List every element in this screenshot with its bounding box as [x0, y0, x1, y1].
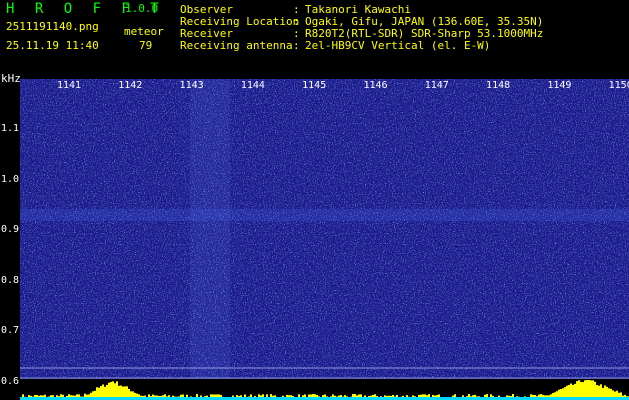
frequency-tick-label: 1149	[547, 80, 572, 91]
frequency-tick-label: 1147	[424, 80, 449, 91]
capture-datetime: 25.11.19 11:40	[6, 39, 99, 52]
frequency-tick-label: 1142	[118, 80, 143, 91]
waterfall-noise	[20, 79, 629, 379]
frequency-tick-label: 1141	[56, 80, 82, 91]
hroffft-window: H R O F F T 1.0.0 2511191140.png meteor …	[0, 0, 629, 400]
meteor-label: meteor	[124, 25, 164, 38]
info-value: 2el-HB9CV Vertical (el. E-W)	[305, 39, 491, 52]
frequency-tick-label: 1145	[302, 80, 327, 91]
frequency-tick-label: 1146	[363, 80, 388, 91]
time-tick-label: 0.9	[1, 224, 20, 235]
axis-unit-label: kHz	[1, 72, 21, 85]
app-version: 1.0.0	[125, 2, 159, 15]
spectrogram-plot	[20, 79, 629, 400]
time-tick-label: 0.6	[1, 375, 20, 387]
info-label: Receiving antenna	[180, 39, 293, 52]
info-antenna: Receiving antenna: 2el-HB9CV Vertical (el…	[180, 39, 491, 52]
meteor-count: 79	[139, 39, 153, 52]
time-tick-label: 1.1	[1, 123, 20, 134]
frequency-tick-label: 1150	[608, 80, 629, 91]
time-tick-label: 0.8	[1, 274, 20, 286]
time-tick-label: 1.0	[1, 173, 20, 185]
frequency-tick-label: 1143	[179, 80, 204, 91]
interference-band	[190, 79, 230, 379]
frequency-tick-label: 1144	[240, 80, 265, 91]
spectrogram-canvas	[20, 79, 629, 400]
image-filename: 2511191140.png	[6, 20, 99, 33]
time-tick-label: 0.7	[1, 325, 20, 336]
frequency-tick-label: 1148	[486, 80, 511, 91]
